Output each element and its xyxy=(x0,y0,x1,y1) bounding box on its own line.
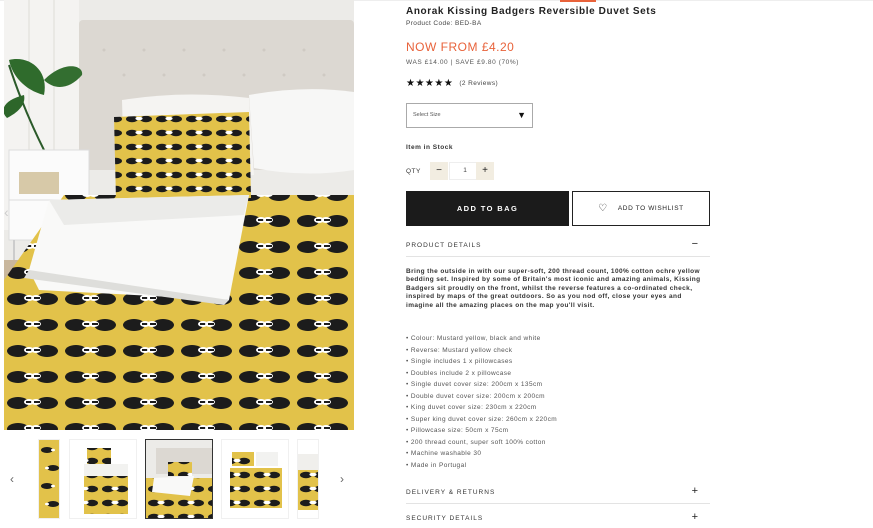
rating: ★★★★★ (2 Reviews) xyxy=(406,78,498,89)
accordion-delivery-returns[interactable]: DELIVERY & RETURNS + xyxy=(406,484,710,504)
thumbnail-5[interactable] xyxy=(297,439,319,519)
size-select[interactable]: Select Size ▼ xyxy=(406,103,533,128)
main-image-prev-arrow[interactable]: ‹ xyxy=(4,204,9,220)
star-rating-icon: ★★★★★ xyxy=(406,78,454,89)
add-to-bag-button[interactable]: ADD TO BAG xyxy=(406,191,569,226)
price-now: NOW FROM £4.20 xyxy=(406,40,515,54)
caret-down-icon: ▼ xyxy=(517,110,526,120)
thumbnail-next-arrow[interactable]: › xyxy=(340,472,344,486)
plus-icon: + xyxy=(691,511,698,523)
size-select-label: Select Size xyxy=(413,112,441,118)
price-was: WAS £14.00 | SAVE £9.80 (70%) xyxy=(406,59,520,66)
thumbnail-2[interactable] xyxy=(69,439,137,519)
list-item: Single includes 1 x pillowcases xyxy=(406,356,557,368)
product-code: Product Code: BED-BA xyxy=(406,20,482,27)
product-title: Anorak Kissing Badgers Reversible Duvet … xyxy=(406,6,657,17)
thumbnail-4[interactable] xyxy=(221,439,289,519)
add-to-wishlist-button[interactable]: ♡ ADD TO WISHLIST xyxy=(572,191,710,226)
thumbnail-prev-arrow[interactable]: ‹ xyxy=(10,472,14,486)
qty-increment-button[interactable]: + xyxy=(476,162,494,180)
product-description: Bring the outside in with our super-soft… xyxy=(406,268,701,309)
list-item: Made in Portugal xyxy=(406,460,557,472)
list-item: King duvet cover size: 230cm x 220cm xyxy=(406,402,557,414)
list-item: Doubles include 2 x pillowcase xyxy=(406,368,557,380)
minus-icon: − xyxy=(691,238,698,250)
main-product-image[interactable] xyxy=(4,0,354,430)
list-item: Machine washable 30 xyxy=(406,448,557,460)
thumbnail-3[interactable] xyxy=(145,439,213,519)
feature-list: Colour: Mustard yellow, black and white … xyxy=(406,333,557,471)
thumbnail-1[interactable] xyxy=(38,439,60,519)
wishlist-label: ADD TO WISHLIST xyxy=(617,205,684,212)
list-item: Single duvet cover size: 200cm x 135cm xyxy=(406,379,557,391)
thumbnail-strip: ‹ › xyxy=(0,436,354,524)
heart-icon: ♡ xyxy=(598,203,608,214)
accordion-product-details-label: PRODUCT DETAILS xyxy=(406,242,482,249)
stock-status: Item in Stock xyxy=(406,144,453,151)
list-item: Double duvet cover size: 200cm x 200cm xyxy=(406,391,557,403)
plus-icon: + xyxy=(691,485,698,497)
list-item: Reverse: Mustard yellow check xyxy=(406,345,557,357)
qty-decrement-button[interactable]: − xyxy=(430,162,448,180)
qty-label: QTY xyxy=(406,168,421,175)
list-item: Pillowcase size: 50cm x 75cm xyxy=(406,425,557,437)
accordion-delivery-label: DELIVERY & RETURNS xyxy=(406,489,496,496)
reviews-link[interactable]: (2 Reviews) xyxy=(459,80,498,87)
list-item: Colour: Mustard yellow, black and white xyxy=(406,333,557,345)
top-accent-bar xyxy=(560,0,596,2)
list-item: 200 thread count, super soft 100% cotton xyxy=(406,437,557,449)
accordion-security-label: SECURITY DETAILS xyxy=(406,515,484,522)
list-item: Super king duvet cover size: 260cm x 220… xyxy=(406,414,557,426)
accordion-security-details[interactable]: SECURITY DETAILS + xyxy=(406,510,710,528)
accordion-product-details[interactable]: PRODUCT DETAILS − xyxy=(406,237,710,257)
